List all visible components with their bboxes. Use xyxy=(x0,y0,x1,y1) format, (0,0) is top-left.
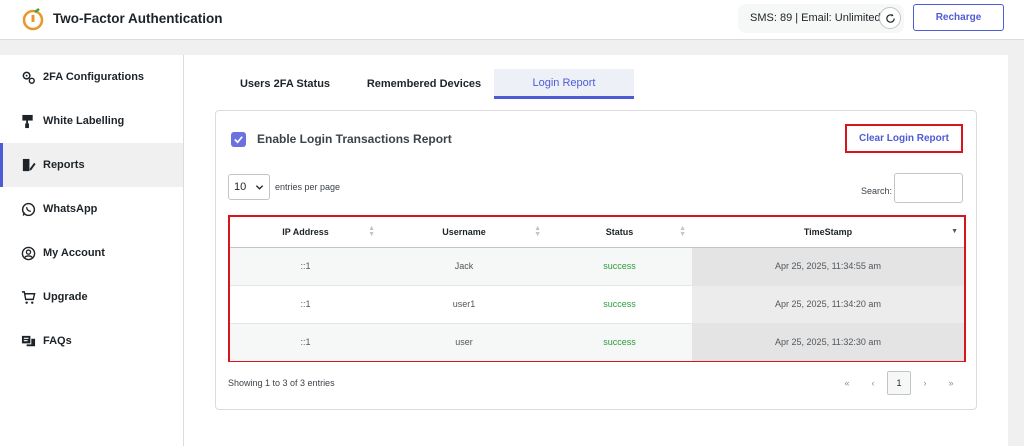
login-report-table: IP Address ▲ ▼ Username ▲ ▼ Status ▲ ▼ TimeSta… xyxy=(230,217,964,361)
table-row: ::1 Jack success Apr 25, 2025, 11:34:55 … xyxy=(230,246,964,285)
page-length-select[interactable]: 10 xyxy=(228,174,270,200)
ip-cell: ::1 xyxy=(230,322,381,361)
recharge-button[interactable]: Recharge xyxy=(913,4,1004,31)
app-title: Two-Factor Authentication xyxy=(53,11,223,26)
tab-remembered-devices[interactable]: Remembered Devices xyxy=(359,69,489,99)
paint-roller-icon xyxy=(20,113,36,129)
column-header-timestamp[interactable]: TimeStamp ▼ xyxy=(692,217,964,248)
credits-text: SMS: 89 | Email: Unlimited xyxy=(750,12,881,24)
column-header-status[interactable]: Status ▲ ▼ xyxy=(547,217,692,248)
table-row: ::1 user1 success Apr 25, 2025, 11:34:20… xyxy=(230,284,964,323)
column-header-ip-address[interactable]: IP Address ▲ ▼ xyxy=(230,217,381,248)
enable-report-label: Enable Login Transactions Report xyxy=(257,132,452,146)
sidebar-item-reports[interactable]: Reports xyxy=(0,143,183,187)
user-circle-icon xyxy=(20,245,36,261)
page-length-value: 10 xyxy=(234,181,247,193)
clear-login-report-button[interactable]: Clear Login Report xyxy=(845,124,963,153)
sidebar-item-label: 2FA Configurations xyxy=(43,71,145,83)
ip-cell: ::1 xyxy=(230,284,381,323)
tab-users-2fa-status[interactable]: Users 2FA Status xyxy=(231,69,339,99)
refresh-button[interactable] xyxy=(879,7,901,29)
sort-icon: ▲ ▼ xyxy=(534,225,541,238)
sidebar: 2FA Configurations White Labelling Repor… xyxy=(0,55,184,446)
column-header-label: Username xyxy=(442,226,486,237)
timestamp-cell: Apr 25, 2025, 11:34:20 am xyxy=(692,284,964,323)
table-info: Showing 1 to 3 of 3 entries xyxy=(228,378,335,388)
username-cell: user1 xyxy=(381,284,547,323)
timestamp-cell: Apr 25, 2025, 11:32:30 am xyxy=(692,322,964,361)
main-panel: Users 2FA Status Remembered Devices Logi… xyxy=(184,55,1008,446)
status-cell: success xyxy=(547,246,692,285)
top-header: Two-Factor Authentication SMS: 89 | Emai… xyxy=(0,0,1024,40)
sidebar-item-white-labelling[interactable]: White Labelling xyxy=(0,99,183,143)
sidebar-item-my-account[interactable]: My Account xyxy=(0,231,183,275)
chevron-down-icon xyxy=(255,185,264,190)
report-table-wrapper: IP Address ▲ ▼ Username ▲ ▼ Status ▲ ▼ TimeSta… xyxy=(228,215,966,362)
column-header-username[interactable]: Username ▲ ▼ xyxy=(381,217,547,248)
previous-page-button[interactable]: ‹ xyxy=(861,371,885,395)
report-icon xyxy=(20,157,36,173)
sort-icon: ▲ ▼ xyxy=(368,225,375,238)
column-header-label: TimeStamp xyxy=(803,226,853,237)
tab-login-report[interactable]: Login Report xyxy=(494,69,634,99)
username-cell: Jack xyxy=(381,246,547,285)
status-cell: success xyxy=(547,322,692,361)
sidebar-item-label: My Account xyxy=(43,247,105,259)
last-page-button[interactable]: » xyxy=(939,371,963,395)
cart-icon xyxy=(20,289,36,305)
sidebar-item-faqs[interactable]: FAQs xyxy=(0,319,183,363)
faq-icon xyxy=(20,333,36,349)
next-page-button[interactable]: › xyxy=(913,371,937,395)
column-header-label: IP Address xyxy=(282,226,329,237)
sort-icon: ▲ ▼ xyxy=(679,225,686,238)
search-input[interactable] xyxy=(894,173,963,203)
username-cell: user xyxy=(381,322,547,361)
table-header-row: IP Address ▲ ▼ Username ▲ ▼ Status ▲ ▼ TimeSta… xyxy=(230,217,964,248)
page-1-button[interactable]: 1 xyxy=(887,371,911,395)
sidebar-item-label: White Labelling xyxy=(43,115,125,127)
enable-report-checkbox[interactable] xyxy=(231,132,246,147)
table-row: ::1 user success Apr 25, 2025, 11:32:30 … xyxy=(230,322,964,361)
logo-icon xyxy=(22,8,44,31)
status-cell: success xyxy=(547,284,692,323)
sidebar-item-upgrade[interactable]: Upgrade xyxy=(0,275,183,319)
sidebar-item-2fa-configurations[interactable]: 2FA Configurations xyxy=(0,55,183,99)
gears-icon xyxy=(20,69,36,85)
sort-desc-icon: ▼ xyxy=(951,228,958,235)
sidebar-item-label: FAQs xyxy=(43,335,72,347)
sidebar-item-label: WhatsApp xyxy=(43,203,98,215)
sidebar-item-whatsapp[interactable]: WhatsApp xyxy=(0,187,183,231)
login-report-card: Enable Login Transactions Report Clear L… xyxy=(215,110,977,410)
sidebar-item-label: Reports xyxy=(43,159,85,171)
whatsapp-icon xyxy=(20,201,36,217)
timestamp-cell: Apr 25, 2025, 11:34:55 am xyxy=(692,246,964,285)
first-page-button[interactable]: « xyxy=(835,371,859,395)
sidebar-item-label: Upgrade xyxy=(43,291,88,303)
credits-panel: SMS: 89 | Email: Unlimited xyxy=(738,4,904,33)
ip-cell: ::1 xyxy=(230,246,381,285)
entries-per-page-label: entries per page xyxy=(275,182,341,192)
check-icon xyxy=(234,136,243,144)
search-label: Search: xyxy=(861,186,893,196)
column-header-label: Status xyxy=(605,226,634,237)
refresh-icon xyxy=(885,13,895,23)
